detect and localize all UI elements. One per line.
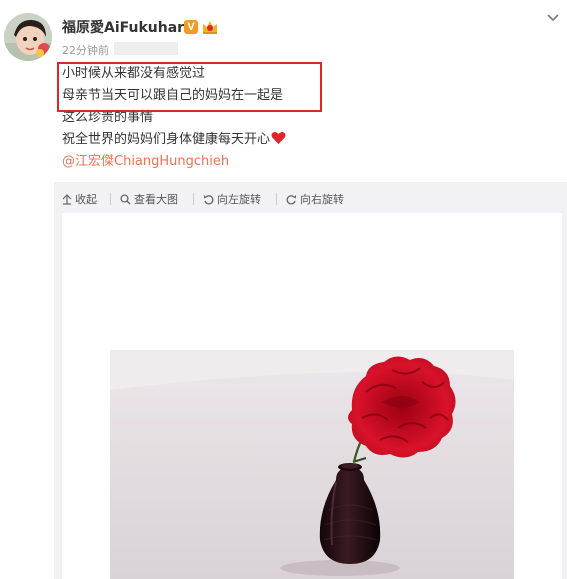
chevron-down-icon[interactable] [545,11,561,25]
post-photo[interactable] [110,350,514,579]
view-large-button[interactable]: 查看大图 [120,191,178,207]
verified-badge-icon: V [184,20,198,34]
rotate-right-button[interactable]: 向右旋转 [286,191,344,207]
collapse-button[interactable]: 收起 [62,191,97,207]
post-time[interactable]: 22分钟前 [62,42,109,58]
toolbar-divider [276,193,277,205]
username[interactable]: 福原愛AiFukuhara [62,17,194,37]
rotate-right-label: 向右旋转 [300,193,344,206]
source-blurred [114,42,178,55]
view-large-label: 查看大图 [134,193,178,206]
rotate-right-icon [286,195,296,205]
mention-link[interactable]: @江宏傑ChiangHungchieh [62,154,229,169]
collapse-label: 收起 [75,193,97,206]
post-line-with-heart: 祝全世界的妈妈们身体健康每天开心 [62,129,286,151]
heart-icon [271,132,286,144]
post-line: 祝全世界的妈妈们身体健康每天开心 [62,132,271,147]
avatar[interactable] [4,13,52,61]
avatar-image [4,13,52,61]
toolbar-divider [193,193,194,205]
rotate-left-label: 向左旋转 [217,193,261,206]
highlight-box [57,62,322,112]
magnifier-icon [120,194,131,205]
toolbar-divider [110,193,111,205]
rotate-left-icon [204,195,214,205]
arrow-up-icon [62,194,72,205]
carnation-vase-image [110,350,514,579]
rotate-left-button[interactable]: 向左旋转 [203,191,261,207]
crown-badge-icon [203,21,217,34]
